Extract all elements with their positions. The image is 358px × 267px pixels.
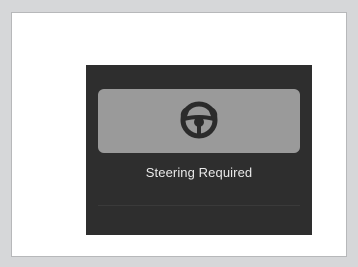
alert-panel xyxy=(98,89,300,153)
steering-wheel-hands-icon xyxy=(176,97,222,143)
display-separator xyxy=(98,205,300,206)
dashboard-display: Steering Required xyxy=(86,65,312,235)
figure-frame: Steering Required xyxy=(11,12,347,257)
alert-message: Steering Required xyxy=(145,165,253,180)
